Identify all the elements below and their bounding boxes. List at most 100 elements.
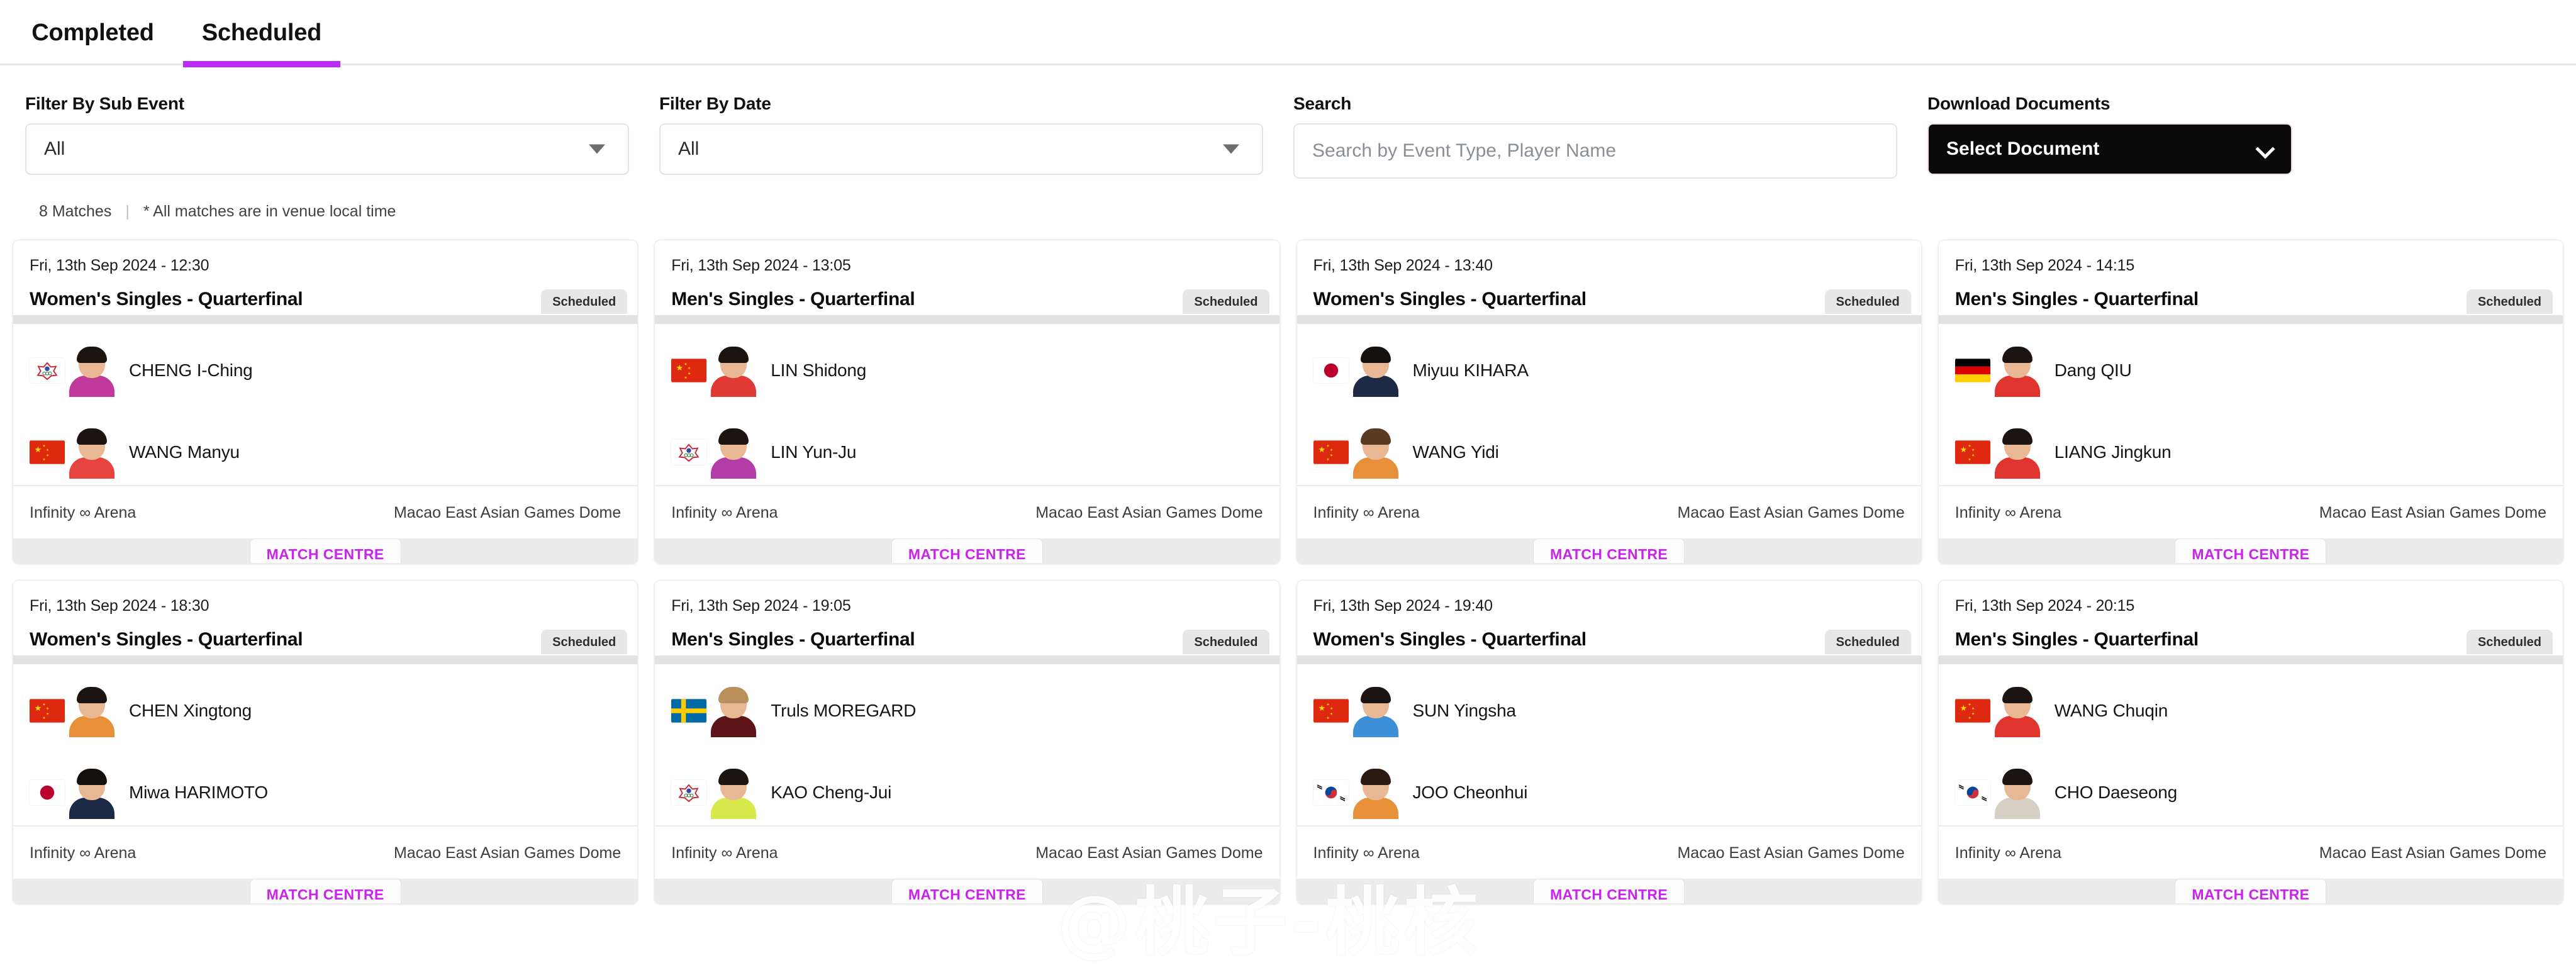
match-card[interactable]: Fri, 13th Sep 2024 - 13:40 Women's Single… (1296, 240, 1922, 564)
flag-icon-chn: ★ ★ ★ ★ ★ (30, 698, 65, 723)
tab-completed-label: Completed (31, 19, 154, 46)
match-card-header: Fri, 13th Sep 2024 - 20:15 Men's Singles … (1938, 581, 2563, 664)
flag-icon-chn: ★ ★ ★ ★ ★ (1313, 440, 1349, 465)
player-name: Dang QIU (2054, 360, 2132, 380)
player-avatar (1994, 684, 2041, 737)
player-name: CHO Daeseong (2054, 783, 2178, 802)
match-card-footer: MATCH CENTRE (1938, 879, 2563, 903)
filter-date-select[interactable]: All (659, 123, 1263, 175)
player-list: ★ ★ ★ ★ ★ SUN Yingsha JOO Cheonhui (1297, 664, 1921, 825)
match-card[interactable]: Fri, 13th Sep 2024 - 19:05 Men's Singles … (654, 580, 1280, 904)
flag-icon-ger (1954, 358, 1990, 383)
match-card[interactable]: Fri, 13th Sep 2024 - 18:30 Women's Single… (13, 580, 638, 904)
svg-text:★: ★ (1330, 706, 1333, 711)
match-summary: 8 Matches | * All matches are in venue l… (0, 179, 2576, 240)
player-row[interactable]: Dang QIU (1954, 344, 2546, 397)
match-datetime: Fri, 13th Sep 2024 - 14:15 (1954, 257, 2135, 274)
match-centre-button[interactable]: MATCH CENTRE (1533, 538, 1685, 563)
svg-text:★: ★ (1326, 703, 1329, 707)
venue-row: Infinity ∞ Arena Macao East Asian Games D… (13, 825, 638, 879)
player-row[interactable]: Miyuu KIHARA (1313, 344, 1905, 397)
search-group: Search Search by Event Type, Player Name (1293, 94, 1897, 179)
match-event-title: Men's Singles - Quarterfinal (1954, 629, 2199, 650)
player-row[interactable]: Truls MOREGARD (671, 684, 1263, 737)
player-row[interactable]: ★ ★ ★ ★ ★ WANG Yidi (1313, 426, 1905, 479)
venue-name: Infinity ∞ Arena (1313, 504, 1420, 521)
svg-text:★: ★ (1968, 703, 1971, 707)
player-name: SUN Yingsha (1412, 701, 1517, 720)
venue-name: Infinity ∞ Arena (1954, 844, 2062, 862)
select-document-button[interactable]: Select Document (1927, 123, 2292, 175)
player-row[interactable]: JOO Cheonhui (1313, 766, 1905, 819)
player-avatar (1994, 344, 2041, 397)
svg-text:★: ★ (34, 703, 42, 713)
filter-sub-event-select[interactable]: All (25, 123, 629, 175)
match-centre-button[interactable]: MATCH CENTRE (249, 879, 401, 903)
player-row[interactable]: LIN Yun-Ju (671, 426, 1263, 479)
chevron-down-icon (2257, 141, 2273, 157)
match-centre-button[interactable]: MATCH CENTRE (249, 538, 401, 563)
match-centre-button[interactable]: MATCH CENTRE (891, 538, 1043, 563)
player-list: ★ ★ ★ ★ ★ CHEN Xingtong Miwa HARIMOTO (13, 664, 637, 825)
match-card-header: Fri, 13th Sep 2024 - 13:05 Men's Singles … (655, 240, 1280, 324)
match-event-title: Women's Singles - Quarterfinal (30, 629, 303, 650)
match-datetime: Fri, 13th Sep 2024 - 19:40 (1313, 597, 1493, 615)
filter-sub-event-group: Filter By Sub Event All (25, 94, 629, 179)
player-avatar (1994, 766, 2041, 819)
match-centre-button[interactable]: MATCH CENTRE (891, 879, 1043, 903)
player-row[interactable]: ★ ★ ★ ★ ★ LIANG Jingkun (1954, 426, 2546, 479)
match-card[interactable]: Fri, 13th Sep 2024 - 14:15 Men's Singles … (1938, 240, 2563, 564)
tab-bar: Completed Scheduled (0, 0, 2576, 67)
player-row[interactable]: ★ ★ ★ ★ ★ LIN Shidong (671, 344, 1263, 397)
player-row[interactable]: CHENG I-Ching (30, 344, 621, 397)
match-card[interactable]: Fri, 13th Sep 2024 - 13:05 Men's Singles … (654, 240, 1280, 564)
match-card-header: Fri, 13th Sep 2024 - 12:30 Women's Single… (13, 240, 638, 324)
venue-name: Infinity ∞ Arena (671, 844, 778, 862)
match-card-header: Fri, 13th Sep 2024 - 14:15 Men's Singles … (1938, 240, 2563, 324)
player-avatar (69, 766, 115, 819)
status-badge: Scheduled (1183, 289, 1269, 314)
flag-icon-tpe (671, 440, 707, 465)
player-row[interactable]: ★ ★ ★ ★ ★ WANG Chuqin (1954, 684, 2546, 737)
player-row[interactable]: ★ ★ ★ ★ ★ WANG Manyu (30, 426, 621, 479)
venue-location: Macao East Asian Games Dome (1035, 844, 1263, 862)
player-list: CHENG I-Ching ★ ★ ★ ★ ★ WANG Manyu (13, 324, 637, 485)
player-list: Miyuu KIHARA ★ ★ ★ ★ ★ WANG Yidi (1297, 324, 1921, 485)
match-title-row: Men's Singles - Quarterfinal Scheduled (1954, 629, 2553, 654)
svg-text:★: ★ (1326, 716, 1329, 720)
player-name: LIN Yun-Ju (771, 442, 857, 462)
flag-icon-chn: ★ ★ ★ ★ ★ (671, 358, 707, 383)
match-centre-button[interactable]: MATCH CENTRE (1533, 879, 1685, 903)
svg-text:★: ★ (1971, 454, 1975, 458)
player-name: Miwa HARIMOTO (129, 783, 268, 802)
tab-completed[interactable]: Completed (25, 0, 160, 65)
status-badge: Scheduled (1824, 289, 1911, 314)
player-row[interactable]: ★ ★ ★ ★ ★ SUN Yingsha (1313, 684, 1905, 737)
svg-text:★: ★ (43, 457, 46, 462)
match-title-row: Men's Singles - Quarterfinal Scheduled (671, 629, 1269, 654)
match-count: 8 Matches (39, 203, 112, 220)
svg-text:★: ★ (1330, 712, 1333, 716)
match-centre-button[interactable]: MATCH CENTRE (2175, 538, 2327, 563)
match-card[interactable]: Fri, 13th Sep 2024 - 19:40 Women's Single… (1296, 580, 1922, 904)
download-documents-label: Download Documents (1927, 94, 2110, 113)
player-row[interactable]: CHO Daeseong (1954, 766, 2546, 819)
match-datetime: Fri, 13th Sep 2024 - 13:40 (1313, 257, 1493, 274)
match-card-grid: Fri, 13th Sep 2024 - 12:30 Women's Single… (0, 240, 2576, 904)
match-card-header: Fri, 13th Sep 2024 - 13:40 Women's Single… (1296, 240, 1921, 324)
header-divider (1296, 655, 1921, 664)
player-row[interactable]: Miwa HARIMOTO (30, 766, 621, 819)
match-event-title: Men's Singles - Quarterfinal (671, 629, 915, 650)
search-placeholder: Search by Event Type, Player Name (1312, 140, 1617, 161)
player-row[interactable]: ★ ★ ★ ★ ★ CHEN Xingtong (30, 684, 621, 737)
search-input[interactable]: Search by Event Type, Player Name (1293, 123, 1897, 179)
match-card[interactable]: Fri, 13th Sep 2024 - 20:15 Men's Singles … (1938, 580, 2563, 904)
svg-text:★: ★ (1318, 445, 1325, 454)
tab-scheduled[interactable]: Scheduled (183, 0, 340, 67)
player-row[interactable]: KAO Cheng-Jui (671, 766, 1263, 819)
match-centre-button[interactable]: MATCH CENTRE (2175, 879, 2327, 903)
header-divider (1938, 315, 2563, 324)
match-card[interactable]: Fri, 13th Sep 2024 - 12:30 Women's Single… (13, 240, 638, 564)
flag-icon-chn: ★ ★ ★ ★ ★ (30, 440, 65, 465)
header-divider (655, 315, 1280, 324)
